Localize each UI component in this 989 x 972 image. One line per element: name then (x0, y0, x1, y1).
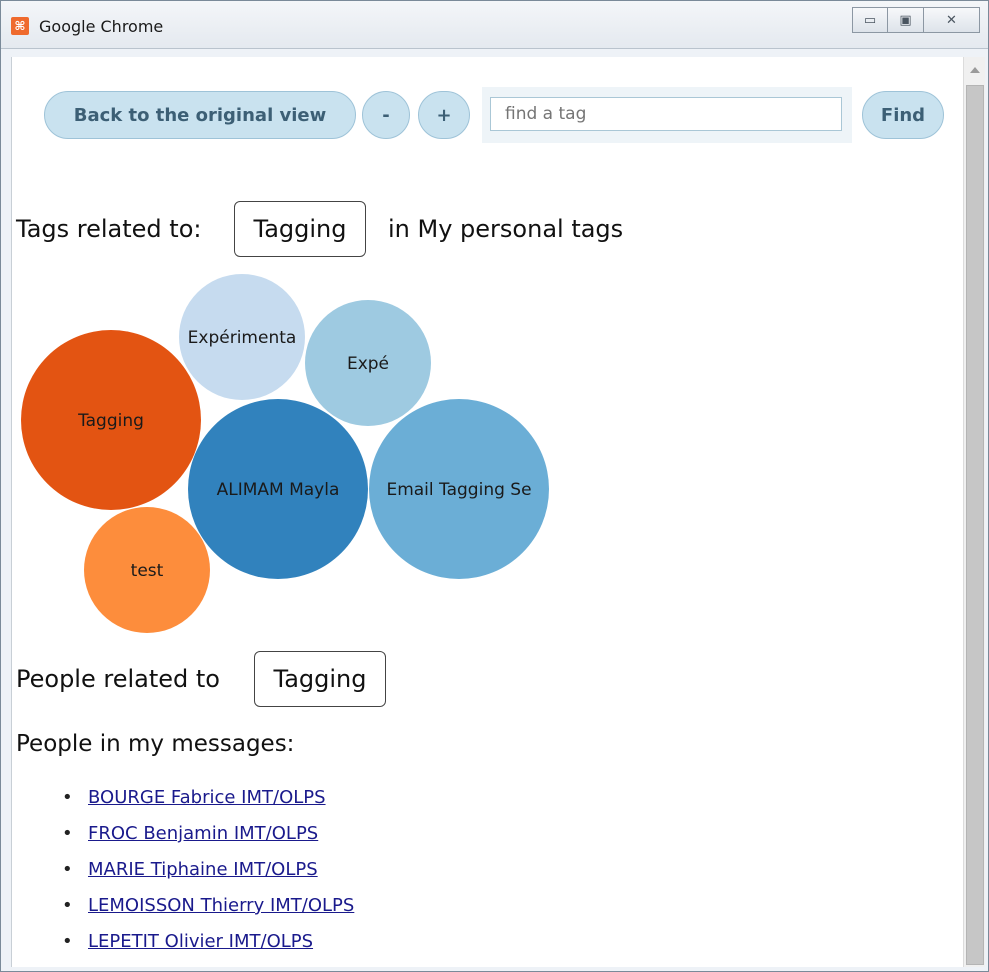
bubble-expe[interactable]: Expé (305, 300, 431, 426)
bubble-label: Expé (347, 354, 389, 374)
bubble-label: Expérimenta (188, 328, 297, 348)
person-link[interactable]: LEPETIT Olivier IMT/OLPS (88, 931, 313, 952)
scroll-up-arrow-icon[interactable] (970, 67, 980, 73)
browser-window: ⌘ Google Chrome ▭ ▣ ✕ Back to the origin… (0, 0, 989, 972)
bubble-alimam-mayla[interactable]: ALIMAM Mayla (188, 399, 368, 579)
bubble-label: ALIMAM Mayla (217, 480, 340, 500)
bubble-email-tagging[interactable]: Email Tagging Se (369, 399, 549, 579)
list-item: LEPETIT Olivier IMT/OLPS (56, 931, 354, 967)
person-link[interactable]: LEMOISSON Thierry IMT/OLPS (88, 895, 354, 916)
bubble-label: test (131, 561, 164, 581)
window-controls: ▭ ▣ ✕ (852, 7, 980, 35)
bubble-tagging[interactable]: Tagging (21, 330, 201, 510)
person-link[interactable]: MARIE Tiphaine IMT/OLPS (88, 859, 318, 880)
maximize-icon[interactable]: ▣ (888, 7, 924, 33)
list-item: LEMOISSON Thierry IMT/OLPS (56, 895, 354, 931)
bubble-label: Tagging (77, 411, 144, 431)
scroll-thumb[interactable] (966, 85, 984, 965)
bubble-experimenta[interactable]: Expérimenta (179, 274, 305, 400)
list-item: FROC Benjamin IMT/OLPS (56, 823, 354, 859)
person-link[interactable]: BOURGE Fabrice IMT/OLPS (88, 787, 326, 808)
app-icon: ⌘ (11, 17, 29, 35)
window-title: Google Chrome (39, 17, 164, 36)
bubble-label: Email Tagging Se (386, 480, 531, 500)
minimize-icon[interactable]: ▭ (852, 7, 888, 33)
title-bar: ⌘ Google Chrome ▭ ▣ ✕ (1, 1, 988, 49)
people-in-messages-heading: People in my messages: (16, 731, 295, 757)
bubble-test[interactable]: test (84, 507, 210, 633)
people-related-label: People related to (16, 665, 220, 693)
page-content: Back to the original view - + Find Tags … (11, 57, 963, 967)
list-item: BOURGE Fabrice IMT/OLPS (56, 787, 354, 823)
person-link[interactable]: FROC Benjamin IMT/OLPS (88, 823, 318, 844)
close-icon[interactable]: ✕ (924, 7, 980, 33)
people-list: BOURGE Fabrice IMT/OLPS FROC Benjamin IM… (56, 787, 354, 967)
vertical-scrollbar[interactable] (963, 57, 985, 967)
people-tag-box[interactable]: Tagging (254, 651, 386, 707)
list-item: MARIE Tiphaine IMT/OLPS (56, 859, 354, 895)
